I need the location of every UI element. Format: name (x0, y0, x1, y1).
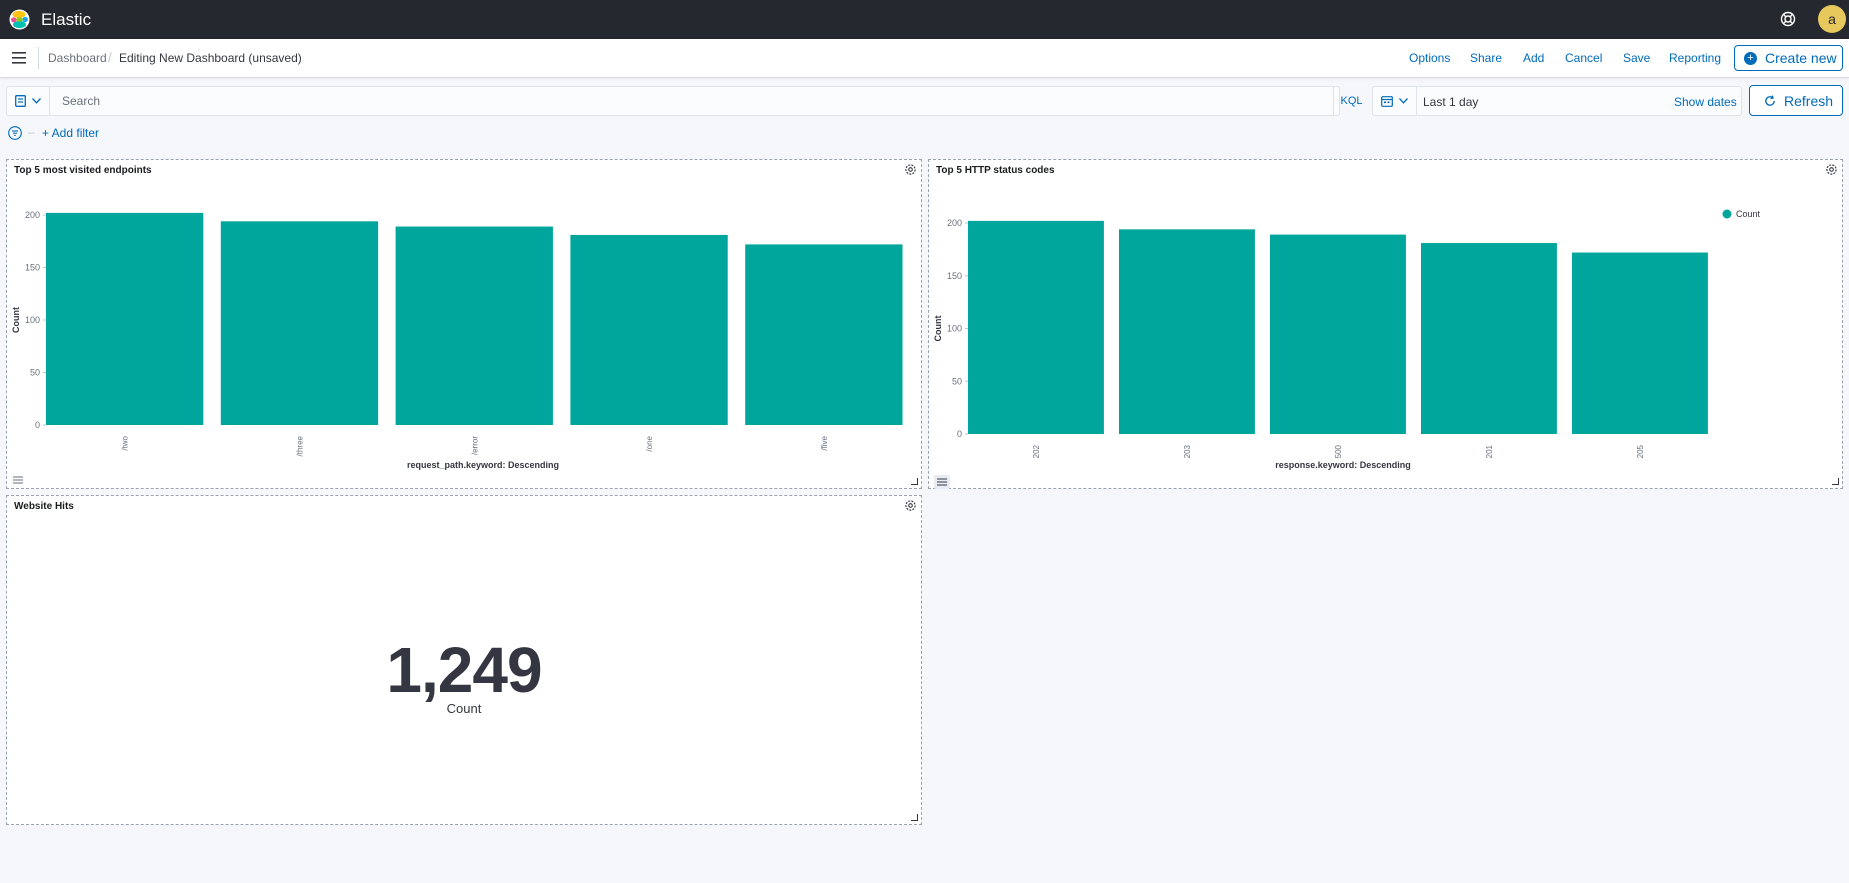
panel-top-endpoints: Top 5 most visited endpoints 0 50 100 150 20… (6, 159, 922, 489)
refresh-button[interactable]: Refresh (1749, 85, 1843, 116)
gear-icon[interactable] (904, 163, 917, 176)
x-tick-label: 205 (1636, 444, 1645, 458)
filter-divider: – (28, 125, 35, 139)
x-tick-label: /three (295, 435, 304, 456)
y-tick-label: 150 (947, 271, 962, 281)
breadcrumb-separator: / (108, 50, 112, 65)
menu-icon[interactable] (12, 51, 28, 65)
panel-title: Top 5 HTTP status codes (936, 165, 1055, 176)
resize-handle[interactable] (1832, 478, 1839, 485)
bar (1270, 234, 1406, 434)
share-link[interactable]: Share (1470, 51, 1502, 65)
show-dates-link[interactable]: Show dates (1674, 95, 1737, 109)
x-tick-label: /one (645, 435, 654, 451)
x-axis-label: request_path.keyword: Descending (407, 460, 559, 470)
y-tick-label: 0 (35, 420, 40, 430)
reporting-link[interactable]: Reporting (1669, 51, 1721, 65)
bar-chart-endpoints: 0 50 100 150 200/two/three/error/one/five Cou… (11, 207, 903, 470)
query-bar: KQL (6, 86, 1363, 116)
panel-title: Website Hits (14, 501, 74, 512)
legend-label: Count (1736, 209, 1761, 219)
refresh-label: Refresh (1784, 92, 1834, 109)
breadcrumb-dashboard[interactable]: Dashboard (48, 51, 107, 65)
breadcrumb-current: Editing New Dashboard (unsaved) (119, 51, 302, 65)
add-filter-link[interactable]: + Add filter (42, 126, 99, 140)
y-tick-label: 200 (947, 218, 962, 228)
top-header: Elastic a (0, 0, 1849, 39)
bar-chart-status-codes: 0 50 100 150 200 202 203 500 201 205 Count response… (933, 209, 1761, 470)
chevron-down-icon (1399, 98, 1408, 104)
legend-toggle-icon[interactable] (934, 475, 950, 489)
chevron-down-icon (32, 98, 41, 104)
bar (1119, 229, 1255, 434)
plus-icon: + (1744, 51, 1757, 65)
create-new-button[interactable]: + Create new (1734, 45, 1843, 71)
x-tick-label: 500 (1334, 444, 1343, 458)
bar (570, 234, 728, 425)
metric-value: 1,249 (386, 634, 542, 706)
panel-title: Top 5 most visited endpoints (14, 165, 152, 176)
elastic-logo-icon[interactable] (9, 9, 30, 30)
panel-top-status-codes: Top 5 HTTP status codes 0 50 100 150 200 202 2… (928, 159, 1843, 489)
date-picker: Last 1 day Show dates (1372, 86, 1742, 116)
y-tick-label: 50 (952, 376, 962, 386)
breadcrumb-bar: Dashboard / Editing New Dashboard (unsav… (0, 39, 1849, 78)
save-link[interactable]: Save (1623, 51, 1650, 65)
y-tick-label: 150 (25, 263, 40, 273)
resize-handle[interactable] (911, 814, 918, 821)
create-new-label: Create new (1765, 50, 1837, 66)
y-tick-label: 100 (947, 324, 962, 334)
kql-toggle[interactable]: KQL (1333, 87, 1369, 115)
help-icon[interactable] (1779, 10, 1797, 28)
app-title: Elastic (41, 10, 92, 29)
saved-query-icon (15, 95, 26, 107)
bar (1572, 252, 1708, 434)
bar (46, 212, 204, 425)
x-tick-label: /error (470, 436, 479, 455)
quick-menu-button[interactable] (1373, 87, 1417, 115)
bar (395, 226, 553, 425)
add-link[interactable]: Add (1523, 51, 1544, 65)
panel-website-hits: Website Hits 1,249 Count (6, 495, 922, 825)
bar (968, 220, 1104, 434)
gear-icon[interactable] (904, 499, 917, 512)
refresh-icon (1765, 94, 1775, 106)
x-tick-label: 201 (1485, 444, 1494, 458)
gear-icon[interactable] (1825, 163, 1838, 176)
date-range-text[interactable]: Last 1 day (1423, 95, 1478, 109)
y-tick-label: 100 (25, 315, 40, 325)
y-tick-label: 50 (30, 368, 40, 378)
y-tick-label: 0 (957, 429, 962, 439)
filter-options-icon[interactable] (8, 126, 22, 140)
x-axis-label: response.keyword: Descending (1275, 460, 1411, 470)
x-tick-label: /two (121, 435, 130, 450)
nav-divider (38, 47, 39, 69)
y-tick-label: 200 (25, 210, 40, 220)
search-input[interactable] (51, 87, 1333, 115)
bar (745, 244, 903, 425)
bar (1421, 243, 1557, 434)
x-tick-label: 202 (1032, 444, 1041, 458)
x-tick-label: 203 (1183, 444, 1192, 458)
bar (220, 221, 379, 425)
cancel-link[interactable]: Cancel (1565, 51, 1602, 65)
legend-swatch (1722, 209, 1732, 219)
user-avatar[interactable]: a (1818, 5, 1846, 33)
metric-label: Count (446, 701, 482, 716)
calendar-icon (1381, 96, 1393, 107)
y-axis-label: Count (933, 316, 943, 342)
resize-handle[interactable] (911, 478, 918, 485)
y-axis-label: Count (11, 307, 21, 333)
options-link[interactable]: Options (1409, 51, 1450, 65)
x-tick-label: /five (820, 435, 829, 450)
legend-toggle-icon[interactable] (12, 475, 24, 485)
saved-query-menu[interactable] (7, 87, 50, 115)
